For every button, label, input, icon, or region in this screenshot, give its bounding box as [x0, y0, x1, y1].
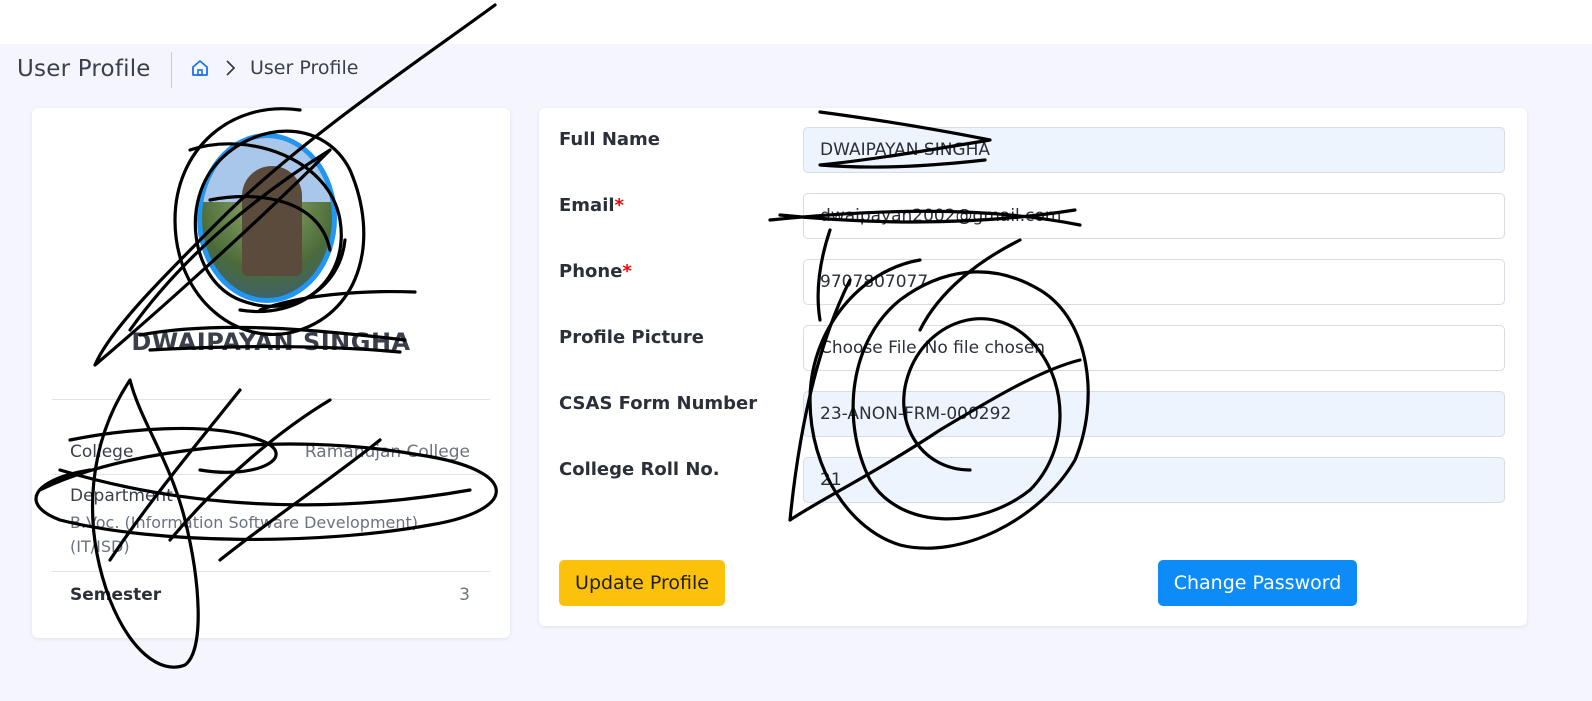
department-label: Department [70, 486, 173, 506]
page-header: User Profile User Profile [0, 44, 1592, 94]
semester-label: Semester [70, 585, 162, 605]
chevron-right-icon [226, 60, 236, 76]
change-password-button[interactable]: Change Password [1158, 560, 1357, 606]
full-name-label: Full Name [559, 129, 660, 150]
roll-field[interactable] [803, 457, 1505, 503]
header-divider [171, 52, 172, 88]
department-value: B.Voc. (Information Software Development… [70, 513, 419, 556]
college-value: Ramanujan College [304, 442, 470, 462]
email-label: Email* [559, 195, 624, 216]
roll-label: College Roll No. [559, 459, 720, 480]
avatar [197, 133, 337, 303]
full-name-field[interactable] [803, 127, 1505, 173]
breadcrumb-current: User Profile [250, 57, 359, 79]
profile-card: DWAIPAYAN SINGHA College Ramanujan Colle… [32, 108, 510, 638]
phone-field[interactable] [803, 259, 1505, 305]
student-name: DWAIPAYAN SINGHA [131, 328, 411, 356]
profile-form: Full Name Email* Phone* Profile Picture … [539, 108, 1527, 626]
top-bar [0, 0, 1592, 44]
required-mark: * [614, 195, 624, 216]
phone-label: Phone* [559, 261, 632, 282]
home-icon[interactable] [191, 59, 209, 77]
page-title: User Profile [17, 56, 151, 82]
file-status: No file chosen [924, 338, 1046, 358]
college-label: College [70, 442, 134, 462]
divider [52, 399, 490, 400]
email-field[interactable] [803, 193, 1505, 239]
semester-value: 3 [459, 585, 470, 605]
choose-file-button[interactable]: Choose File [820, 326, 917, 370]
required-mark: * [622, 261, 632, 282]
divider [52, 571, 490, 572]
csas-label: CSAS Form Number [559, 393, 758, 414]
divider [52, 474, 490, 475]
profile-picture-label: Profile Picture [559, 327, 704, 348]
update-profile-button[interactable]: Update Profile [559, 560, 725, 606]
csas-field[interactable] [803, 391, 1505, 437]
profile-picture-input[interactable]: Choose File No file chosen [803, 325, 1505, 371]
